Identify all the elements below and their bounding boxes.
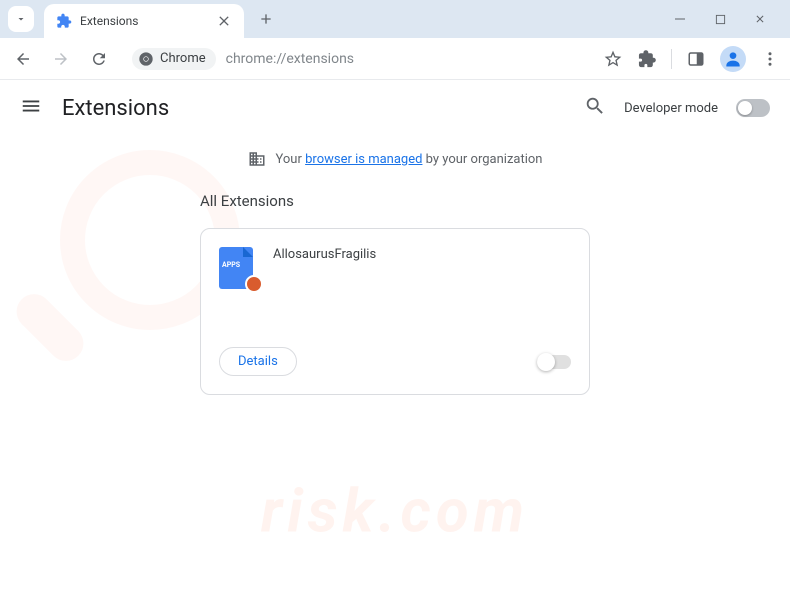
developer-mode-label: Developer mode xyxy=(624,101,718,116)
chevron-down-icon xyxy=(15,13,27,25)
search-icon xyxy=(584,95,606,117)
profile-avatar[interactable] xyxy=(720,46,746,72)
reload-icon xyxy=(90,50,108,68)
extension-toggle[interactable] xyxy=(537,355,571,369)
panel-icon xyxy=(687,50,705,68)
building-icon xyxy=(248,150,266,168)
reload-button[interactable] xyxy=(86,46,112,72)
dots-vertical-icon xyxy=(761,50,779,68)
managed-link[interactable]: browser is managed xyxy=(305,152,422,167)
minimize-icon xyxy=(674,13,686,25)
extension-name: AllosaurusFragilis xyxy=(273,247,376,327)
page-title: Extensions xyxy=(62,96,169,121)
extensions-button[interactable] xyxy=(637,49,657,69)
extension-icon-text: APPS xyxy=(222,261,240,269)
arrow-forward-icon xyxy=(52,50,70,68)
chrome-icon xyxy=(138,51,154,67)
extension-icon-badge xyxy=(245,275,263,293)
minimize-button[interactable] xyxy=(670,9,690,29)
section-title: All Extensions xyxy=(200,192,590,210)
hamburger-menu[interactable] xyxy=(20,95,42,121)
new-tab-button[interactable] xyxy=(252,5,280,33)
managed-text-suffix: by your organization xyxy=(422,152,542,167)
bookmark-button[interactable] xyxy=(603,49,623,69)
close-tab-icon[interactable] xyxy=(216,13,232,29)
extension-card: APPS AllosaurusFragilis Details xyxy=(200,228,590,395)
browser-tab[interactable]: Extensions xyxy=(44,4,244,38)
toolbar-divider xyxy=(671,49,672,69)
developer-mode-toggle[interactable] xyxy=(736,99,770,117)
details-button[interactable]: Details xyxy=(219,347,297,376)
chrome-chip-label: Chrome xyxy=(160,51,206,66)
back-button[interactable] xyxy=(10,46,36,72)
managed-text-prefix: Your xyxy=(276,152,306,167)
close-icon xyxy=(754,13,766,25)
extension-toggle-thumb xyxy=(537,353,555,371)
menu-button[interactable] xyxy=(760,49,780,69)
maximize-button[interactable] xyxy=(710,9,730,29)
toggle-thumb xyxy=(738,101,752,115)
tab-title: Extensions xyxy=(80,14,208,28)
close-window-button[interactable] xyxy=(750,9,770,29)
search-extensions-button[interactable] xyxy=(584,95,606,121)
plus-icon xyxy=(258,11,274,27)
maximize-icon xyxy=(715,14,726,25)
managed-banner: Your browser is managed by your organiza… xyxy=(0,136,790,182)
extension-icon: APPS xyxy=(219,247,257,289)
star-icon xyxy=(603,49,623,69)
tab-search-button[interactable] xyxy=(8,6,34,32)
forward-button[interactable] xyxy=(48,46,74,72)
chrome-chip: Chrome xyxy=(132,48,216,70)
sidepanel-button[interactable] xyxy=(686,49,706,69)
puzzle-icon xyxy=(638,50,656,68)
extension-puzzle-icon xyxy=(56,13,72,29)
person-icon xyxy=(723,49,743,69)
url-text: chrome://extensions xyxy=(226,51,354,67)
menu-icon xyxy=(20,95,42,117)
address-bar[interactable]: Chrome chrome://extensions xyxy=(132,48,583,70)
arrow-back-icon xyxy=(14,50,32,68)
